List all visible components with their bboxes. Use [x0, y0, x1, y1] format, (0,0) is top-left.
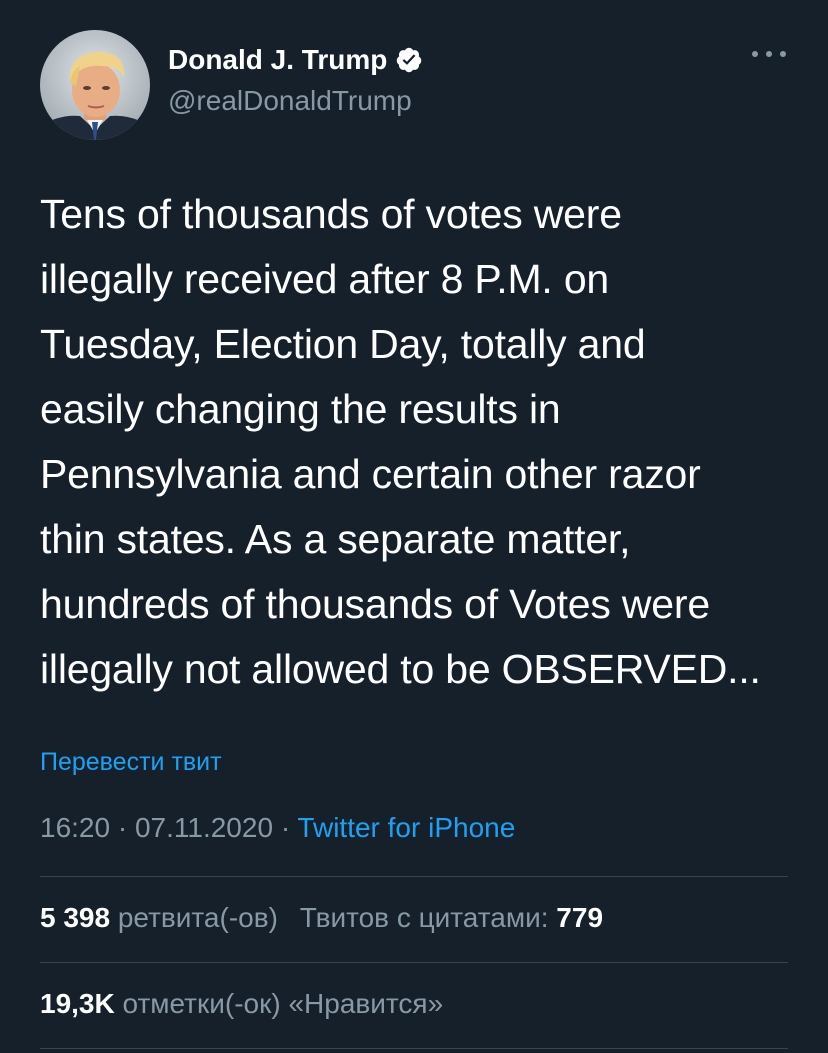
author-name-row[interactable]: Donald J. Trump — [168, 42, 423, 78]
retweets-stat[interactable]: 5 398 ретвита(-ов) — [40, 902, 278, 933]
tweet-text-line: Tens of thousands of votes were — [40, 191, 622, 237]
tweet-text-line: hundreds of thousands of Votes were — [40, 581, 710, 627]
translate-tweet-link[interactable]: Перевести твит — [40, 744, 222, 780]
likes-stat[interactable]: 19,3K отметки(-ок) «Нравится» — [40, 988, 443, 1019]
tweet-source-link[interactable]: Twitter for iPhone — [297, 812, 515, 843]
author-handle[interactable]: @realDonaldTrump — [168, 84, 412, 118]
author-name[interactable]: Donald J. Trump — [168, 42, 387, 78]
tweet-text-line: Pennsylvania and certain other razor — [40, 451, 701, 497]
tweet-text-line: thin states. As a separate matter, — [40, 516, 631, 562]
tweet-text-line: easily changing the results in — [40, 386, 561, 432]
likes-stats-row: 19,3K отметки(-ок) «Нравится» — [40, 984, 443, 1024]
avatar-image — [40, 30, 150, 140]
more-options-icon[interactable] — [752, 44, 786, 64]
more-dot — [752, 51, 758, 57]
divider — [40, 1048, 788, 1049]
divider — [40, 876, 788, 877]
tweet-meta: 16:20 · 07.11.2020 · Twitter for iPhone — [40, 808, 515, 848]
likes-count: 19,3K — [40, 988, 115, 1019]
tweet-text: Tens of thousands of votes were illegall… — [40, 182, 800, 702]
likes-label: отметки(-ок) «Нравится» — [122, 988, 444, 1019]
retweets-label: ретвита(-ов) — [117, 902, 278, 933]
avatar[interactable] — [40, 30, 150, 140]
tweet-detail: Donald J. Trump @realDonaldTrump Tens of… — [0, 0, 828, 1053]
meta-separator: · — [117, 812, 128, 843]
tweet-text-line: illegally received after 8 P.M. on — [40, 256, 610, 302]
tweet-text-line: illegally not allowed to be OBSERVED... — [40, 646, 761, 692]
retweets-count: 5 398 — [40, 902, 111, 933]
verified-badge-icon — [397, 47, 422, 73]
meta-separator: · — [280, 812, 291, 843]
tweet-date[interactable]: 07.11.2020 — [135, 812, 273, 843]
more-dot — [766, 51, 772, 57]
quote-tweets-count: 779 — [556, 902, 604, 933]
quote-tweets-label: Твитов с цитатами: — [299, 902, 549, 933]
divider — [40, 962, 788, 963]
more-dot — [780, 51, 786, 57]
retweet-stats-row: 5 398 ретвита(-ов) Твитов с цитатами: 77… — [40, 898, 603, 938]
tweet-text-line: Tuesday, Election Day, totally and — [40, 321, 646, 367]
quote-tweets-stat[interactable]: Твитов с цитатами: 779 — [300, 902, 603, 933]
tweet-time[interactable]: 16:20 — [40, 812, 110, 843]
